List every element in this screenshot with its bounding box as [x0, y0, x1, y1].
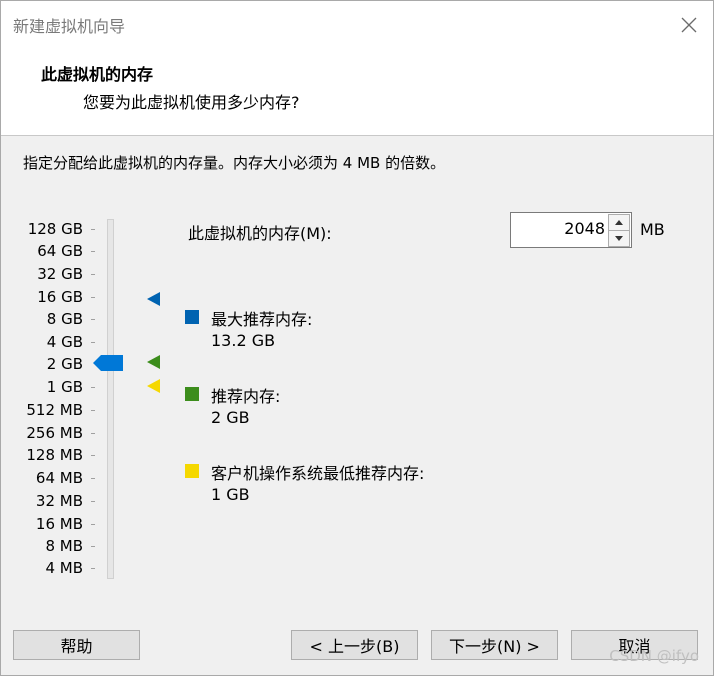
memory-slider-track[interactable] — [107, 219, 114, 579]
scale-label: 16 GB — [37, 288, 83, 306]
memory-unit: MB — [640, 220, 665, 239]
window-title: 新建虚拟机向导 — [13, 17, 126, 36]
scale-tick — [91, 478, 95, 479]
recommended-title: 推荐内存: — [211, 387, 281, 406]
memory-slider-thumb[interactable] — [93, 355, 125, 371]
scale-label: 32 GB — [37, 265, 83, 283]
scale-label: 64 MB — [35, 469, 83, 487]
scale-label: 256 MB — [26, 424, 83, 442]
recommended-swatch — [185, 387, 199, 401]
scale-tick — [91, 274, 95, 275]
scale-label: 8 MB — [45, 537, 83, 555]
button-bar: 帮助 < 上一步(B) 下一步(N) > 取消 — [1, 613, 713, 675]
scale-tick — [91, 433, 95, 434]
scale-label: 1 GB — [46, 378, 83, 396]
recommended-value: 2 GB — [211, 408, 250, 427]
memory-label: 此虚拟机的内存(M): — [188, 224, 332, 243]
instructions-text: 指定分配给此虚拟机的内存量。内存大小必须为 4 MB 的倍数。 — [23, 154, 446, 172]
scale-label: 16 MB — [35, 515, 83, 533]
guest-min-value: 1 GB — [211, 485, 250, 504]
title-bar: 新建虚拟机向导 — [1, 1, 713, 45]
scale-label: 4 MB — [45, 559, 83, 577]
chevron-down-icon — [615, 236, 623, 241]
max-recommended-marker-icon — [147, 292, 160, 306]
scale-label: 2 GB — [46, 355, 83, 373]
scale-tick — [91, 410, 95, 411]
help-button[interactable]: 帮助 — [13, 630, 140, 660]
scale-tick — [91, 342, 95, 343]
scale-tick — [91, 229, 95, 230]
scale-tick — [91, 546, 95, 547]
guest-min-swatch — [185, 464, 199, 478]
memory-decrease-button[interactable] — [608, 230, 630, 247]
scale-label: 128 MB — [26, 446, 83, 464]
page-subtitle: 您要为此虚拟机使用多少内存? — [83, 93, 300, 112]
guest-min-title: 客户机操作系统最低推荐内存: — [211, 464, 425, 483]
scale-tick — [91, 568, 95, 569]
max-recommended-value: 13.2 GB — [211, 331, 276, 350]
scale-tick — [91, 501, 95, 502]
scale-tick — [91, 455, 95, 456]
scale-tick — [91, 319, 95, 320]
max-recommended-title: 最大推荐内存: — [211, 310, 313, 329]
page-header: 此虚拟机的内存 您要为此虚拟机使用多少内存? — [1, 45, 713, 136]
scale-label: 128 GB — [27, 220, 83, 238]
memory-increase-button[interactable] — [608, 214, 630, 231]
next-button[interactable]: 下一步(N) > — [431, 630, 558, 660]
page-title: 此虚拟机的内存 — [41, 65, 154, 84]
scale-tick — [91, 297, 95, 298]
guest-min-marker-icon — [147, 379, 160, 393]
new-vm-wizard-dialog: 新建虚拟机向导 此虚拟机的内存 您要为此虚拟机使用多少内存? 指定分配给此虚拟机… — [0, 0, 714, 676]
scale-tick — [91, 387, 95, 388]
scale-tick — [91, 251, 95, 252]
recommended-marker-icon — [147, 355, 160, 369]
back-button[interactable]: < 上一步(B) — [291, 630, 418, 660]
scale-tick — [91, 524, 95, 525]
scale-label: 512 MB — [26, 401, 83, 419]
scale-label: 64 GB — [37, 242, 83, 260]
memory-value[interactable]: 2048 — [564, 219, 605, 238]
scale-label: 4 GB — [46, 333, 83, 351]
watermark: CSDN @ifyo — [609, 647, 699, 665]
scale-label: 32 MB — [35, 492, 83, 510]
close-icon[interactable] — [675, 11, 703, 39]
memory-input[interactable]: 2048 — [510, 212, 632, 248]
scale-label: 8 GB — [46, 310, 83, 328]
chevron-up-icon — [615, 220, 623, 225]
max-recommended-swatch — [185, 310, 199, 324]
